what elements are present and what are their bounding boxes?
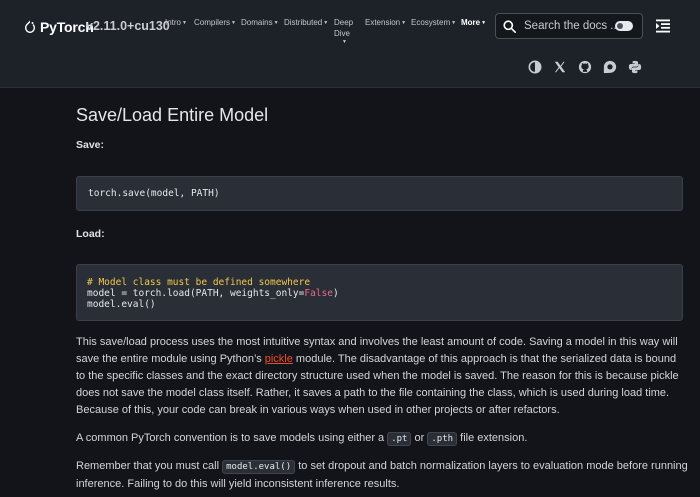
nav-deep-dive-label-2: Dive <box>334 29 351 38</box>
save-code-block[interactable]: torch.save(model, PATH) <box>76 176 683 211</box>
paragraph-eval: Remember that you must call model.eval()… <box>76 458 688 493</box>
caret-down-icon: ▼ <box>231 20 236 26</box>
nav-ecosystem-label: Ecosystem <box>411 18 451 27</box>
caret-down-icon: ▼ <box>323 20 329 26</box>
paragraph-extension: A common PyTorch convention is to save m… <box>76 430 688 448</box>
pth-code: .pth <box>427 432 458 446</box>
nav-domains[interactable]: Domains▼ <box>241 17 279 29</box>
code-comment: # Model class must be defined somewhere <box>87 277 311 288</box>
nav-ecosystem[interactable]: Ecosystem▼ <box>411 17 456 29</box>
nav-intro[interactable]: Intro▼ <box>165 17 187 29</box>
caret-down-icon: ▼ <box>273 20 279 26</box>
p2-text-after: file extension. <box>457 432 528 444</box>
nav-intro-label: Intro <box>165 18 182 27</box>
load-code-block[interactable]: # Model class must be defined somewhere … <box>76 264 683 321</box>
search-toggle[interactable] <box>615 21 633 31</box>
nav-distributed[interactable]: Distributed▼ <box>284 17 328 29</box>
nav-extension[interactable]: Extension▼ <box>365 17 406 29</box>
menu-toggle-icon[interactable] <box>655 18 671 34</box>
search-placeholder: Search the docs ... <box>524 20 620 32</box>
top-navbar: PyTorch v2.11.0+cu130 Intro▼ Compilers▼ … <box>0 0 700 88</box>
caret-down-icon: ▼ <box>342 39 347 45</box>
nav-more-label: More <box>461 18 481 27</box>
pickle-link[interactable]: pickle <box>265 353 293 365</box>
github-icon[interactable] <box>578 60 592 74</box>
theme-contrast-icon[interactable] <box>528 60 542 74</box>
pytorch-logo[interactable]: PyTorch <box>24 17 94 37</box>
p2-text-before: A common PyTorch convention is to save m… <box>76 432 388 444</box>
save-label: Save: <box>76 139 105 151</box>
nav-deep-dive[interactable]: Deep Dive ▼ <box>334 17 353 45</box>
python-icon[interactable] <box>628 60 642 74</box>
toggle-knob <box>617 23 623 29</box>
version-label[interactable]: v2.11.0+cu130 <box>86 19 170 33</box>
paragraph-pickle: This save/load process uses the most int… <box>76 334 688 419</box>
page-title: Save/Load Entire Model <box>76 105 269 125</box>
code-line-2-post: ) <box>332 288 339 299</box>
nav-compilers-label: Compilers <box>194 18 231 27</box>
pytorch-flame-icon <box>25 20 35 33</box>
p2-text-mid: or <box>411 432 428 444</box>
search-icon <box>503 19 516 33</box>
caret-down-icon: ▼ <box>182 20 187 26</box>
caret-down-icon: ▼ <box>401 20 407 26</box>
load-label: Load: <box>76 228 105 240</box>
code-line-2-keyword: False <box>304 288 333 299</box>
search-box[interactable]: Search the docs ... <box>495 13 643 39</box>
nav-domains-label: Domains <box>241 18 273 27</box>
nav-extension-label: Extension <box>365 18 401 27</box>
nav-deep-dive-label-1: Deep <box>334 18 354 27</box>
x-twitter-icon[interactable] <box>553 60 567 74</box>
nav-distributed-label: Distributed <box>284 18 323 27</box>
pt-code: .pt <box>387 432 412 446</box>
code-line-2-pre: model = torch.load(PATH, weights_only= <box>87 288 305 299</box>
save-code-line: torch.save(model, PATH) <box>88 188 220 199</box>
eval-code: model.eval() <box>222 460 296 474</box>
nav-more[interactable]: More▼ <box>461 17 486 29</box>
nav-compilers[interactable]: Compilers▼ <box>194 17 236 29</box>
p3-text-before: Remember that you must call <box>76 460 223 472</box>
caret-down-icon: ▼ <box>481 20 487 26</box>
caret-down-icon: ▼ <box>451 20 457 26</box>
code-line-3: model.eval() <box>87 299 156 310</box>
discourse-icon[interactable] <box>603 60 617 74</box>
